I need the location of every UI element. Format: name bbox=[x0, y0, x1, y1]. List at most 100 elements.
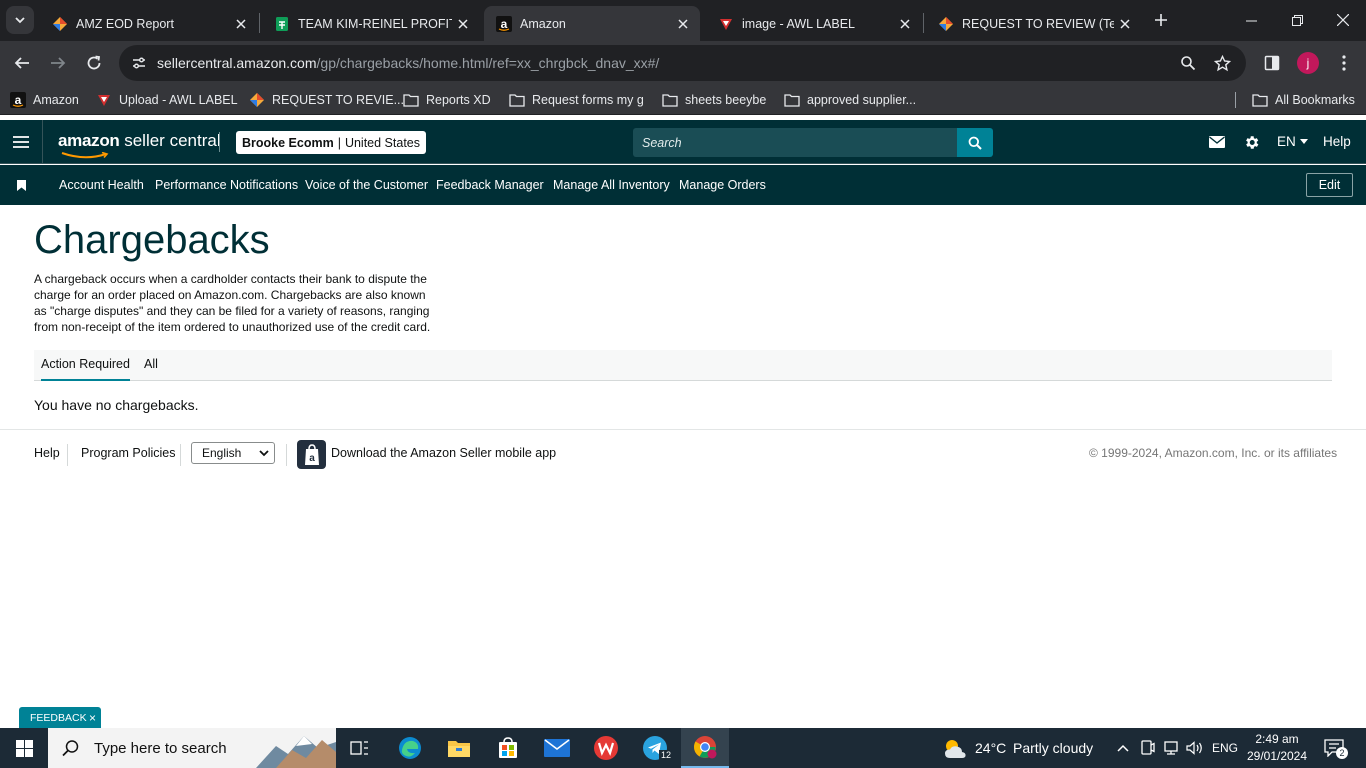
close-icon[interactable] bbox=[1114, 13, 1136, 35]
close-icon[interactable] bbox=[672, 13, 694, 35]
bookmark-folder-request-forms[interactable]: Request forms my g bbox=[509, 91, 644, 109]
close-icon[interactable] bbox=[230, 13, 252, 35]
close-icon[interactable]: × bbox=[89, 711, 96, 725]
account-switcher[interactable]: Brooke Ecomm | United States bbox=[236, 131, 426, 154]
zoom-icon[interactable] bbox=[1176, 51, 1200, 75]
bookmark-folder-approved-supplier[interactable]: approved supplier... bbox=[784, 91, 916, 109]
back-button[interactable] bbox=[8, 49, 36, 77]
folder-icon bbox=[784, 92, 800, 108]
footer-program-policies-link[interactable]: Program Policies bbox=[81, 446, 175, 460]
nav-manage-orders[interactable]: Manage Orders bbox=[679, 178, 766, 192]
diamond-app-icon bbox=[249, 92, 265, 108]
browser-tab-request-review[interactable]: REQUEST TO REVIEW (Team bbox=[926, 6, 1142, 41]
taskbar-chrome[interactable] bbox=[681, 728, 729, 768]
new-tab-button[interactable] bbox=[1149, 8, 1173, 32]
search-input[interactable] bbox=[633, 128, 957, 157]
bookmark-request-review[interactable]: REQUEST TO REVIE... bbox=[249, 91, 404, 109]
folder-icon bbox=[662, 92, 678, 108]
bookmark-label: REQUEST TO REVIE... bbox=[272, 93, 404, 107]
notification-center-button[interactable]: 2 bbox=[1324, 738, 1348, 759]
close-window-button[interactable] bbox=[1320, 0, 1366, 40]
nav-manage-all-inventory[interactable]: Manage All Inventory bbox=[553, 178, 670, 192]
close-icon[interactable] bbox=[894, 13, 916, 35]
awl-label-icon bbox=[718, 16, 734, 32]
restore-button[interactable] bbox=[1274, 0, 1320, 40]
profile-avatar[interactable]: j bbox=[1297, 52, 1319, 74]
svg-text:a: a bbox=[15, 93, 22, 107]
network-icon[interactable] bbox=[1161, 738, 1181, 758]
weather-desc[interactable]: Partly cloudy bbox=[1013, 740, 1093, 756]
bookmark-awl-label[interactable]: Upload - AWL LABEL bbox=[96, 91, 238, 109]
input-language[interactable]: ENG bbox=[1212, 741, 1238, 755]
taskbar-telegram[interactable]: 12 bbox=[631, 728, 679, 768]
reload-button[interactable] bbox=[80, 49, 108, 77]
nav-performance-notifications[interactable]: Performance Notifications bbox=[155, 178, 298, 192]
start-button[interactable] bbox=[0, 728, 48, 768]
side-panel-button[interactable] bbox=[1258, 49, 1286, 77]
arrow-right-icon bbox=[51, 57, 66, 69]
browser-tab-awl-label[interactable]: image - AWL LABEL bbox=[706, 6, 922, 41]
address-bar[interactable]: sellercentral.amazon.com/gp/chargebacks/… bbox=[119, 45, 1246, 81]
edit-nav-button[interactable]: Edit bbox=[1306, 173, 1353, 197]
taskbar-wps-office[interactable] bbox=[582, 728, 630, 768]
all-bookmarks-button[interactable]: All Bookmarks bbox=[1252, 91, 1355, 109]
site-settings-icon[interactable] bbox=[127, 51, 151, 75]
seller-central-nav: Account Health Performance Notifications… bbox=[0, 165, 1366, 205]
footer-separator bbox=[67, 444, 68, 466]
bookmark-folder-sheets[interactable]: sheets beeybe bbox=[662, 91, 766, 109]
messages-button[interactable] bbox=[1207, 132, 1227, 152]
tab-title: REQUEST TO REVIEW (Team bbox=[962, 16, 1114, 31]
browser-tab-profit-sheet[interactable]: TEAM KIM-REINEL PROFIT SHEET bbox=[262, 6, 480, 41]
url-text: sellercentral.amazon.com/gp/chargebacks/… bbox=[157, 55, 659, 71]
minimize-button[interactable] bbox=[1228, 0, 1274, 40]
nav-voice-of-customer[interactable]: Voice of the Customer bbox=[305, 178, 428, 192]
nav-feedback-manager[interactable]: Feedback Manager bbox=[436, 178, 544, 192]
bookmark-icon[interactable] bbox=[15, 178, 27, 192]
taskbar-search-box[interactable]: Type here to search bbox=[48, 728, 336, 768]
bookmarks-bar: a Amazon Upload - AWL LABEL REQUEST TO R… bbox=[0, 85, 1366, 115]
seller-app-icon[interactable]: a bbox=[297, 440, 326, 469]
plus-icon bbox=[1155, 14, 1167, 26]
tab-action-required[interactable]: Action Required bbox=[41, 357, 130, 381]
bookmark-star-icon[interactable] bbox=[1210, 51, 1234, 75]
bookmark-amazon[interactable]: a Amazon bbox=[10, 91, 79, 109]
search-field[interactable] bbox=[633, 128, 957, 157]
taskbar-clock[interactable]: 2:49 am 29/01/2024 bbox=[1240, 731, 1314, 765]
header-help-link[interactable]: Help bbox=[1323, 134, 1351, 149]
tab-all[interactable]: All bbox=[144, 357, 158, 379]
search-highlight-illustration bbox=[256, 736, 336, 768]
taskbar-mail[interactable] bbox=[533, 728, 581, 768]
footer-language-select[interactable]: English bbox=[191, 442, 275, 464]
chrome-menu-button[interactable] bbox=[1330, 49, 1358, 77]
forward-button[interactable] bbox=[44, 49, 72, 77]
weather-temp[interactable]: 24°C bbox=[975, 740, 1006, 756]
seller-central-logo[interactable]: amazon seller central bbox=[58, 131, 221, 151]
selected-language: English bbox=[202, 446, 242, 460]
weather-icon[interactable] bbox=[942, 735, 968, 761]
footer-help-link[interactable]: Help bbox=[34, 446, 60, 460]
nav-account-health[interactable]: Account Health bbox=[59, 178, 144, 192]
browser-tab-strip: AMZ EOD Report TEAM KIM-REINEL PROFIT SH… bbox=[0, 0, 1366, 41]
browser-tab-amazon[interactable]: a Amazon bbox=[484, 6, 700, 41]
tab-search-button[interactable] bbox=[6, 6, 34, 34]
settings-button[interactable] bbox=[1241, 132, 1261, 152]
feedback-tab[interactable]: FEEDBACK × bbox=[19, 707, 101, 728]
bookmark-folder-reports[interactable]: Reports XD bbox=[403, 91, 491, 109]
download-app-link[interactable]: Download the Amazon Seller mobile app bbox=[331, 446, 556, 460]
folder-icon bbox=[448, 741, 470, 757]
language-selector[interactable]: EN bbox=[1277, 134, 1308, 149]
windows-logo-icon bbox=[15, 739, 33, 757]
close-icon[interactable] bbox=[452, 13, 474, 35]
taskbar-file-explorer[interactable] bbox=[435, 728, 483, 768]
task-view-button[interactable] bbox=[336, 728, 384, 768]
taskbar-store[interactable] bbox=[484, 728, 532, 768]
clock-time: 2:49 am bbox=[1255, 732, 1299, 746]
hamburger-menu-button[interactable] bbox=[0, 120, 43, 164]
show-hidden-icons-button[interactable] bbox=[1113, 738, 1133, 758]
browser-tab-amz-eod[interactable]: AMZ EOD Report bbox=[40, 6, 258, 41]
volume-icon[interactable] bbox=[1185, 738, 1205, 758]
meet-now-icon[interactable] bbox=[1138, 738, 1158, 758]
taskbar-edge[interactable] bbox=[386, 728, 434, 768]
search-button[interactable] bbox=[957, 128, 993, 157]
search-icon bbox=[62, 740, 79, 757]
